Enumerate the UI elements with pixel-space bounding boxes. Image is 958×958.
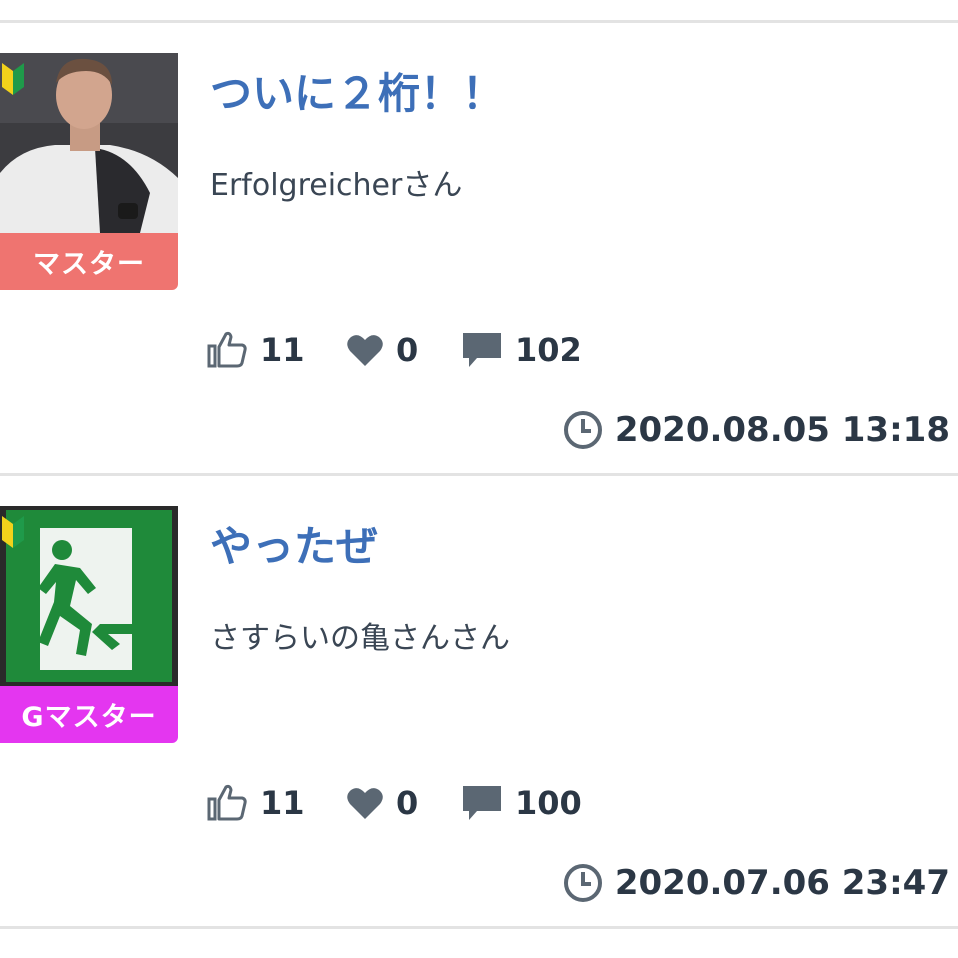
rank-badge: マスター xyxy=(0,233,178,290)
divider xyxy=(0,926,958,929)
clock-icon xyxy=(563,411,602,449)
post-list: マスター ついに２桁！！ Erfolgreicherさん 11 0 102 20… xyxy=(0,0,958,958)
beginner-mark-icon xyxy=(2,63,24,95)
comment-icon xyxy=(463,333,501,367)
like-stat[interactable]: 11 xyxy=(206,778,305,828)
comment-icon xyxy=(463,786,501,820)
avatar[interactable]: Gマスター xyxy=(0,506,178,743)
thumbs-up-icon xyxy=(207,331,247,368)
favorite-count: 0 xyxy=(396,331,419,369)
post-item[interactable]: マスター ついに２桁！！ Erfolgreicherさん 11 0 102 20… xyxy=(0,20,958,470)
like-count: 11 xyxy=(260,331,305,369)
thumbs-up-icon xyxy=(207,784,247,821)
post-datetime: 2020.07.06 23:47 xyxy=(614,863,950,903)
rank-badge: Gマスター xyxy=(0,686,178,743)
comment-stat[interactable]: 100 xyxy=(461,778,582,828)
comment-count: 100 xyxy=(515,784,582,822)
post-timestamp: 2020.07.06 23:47 xyxy=(563,863,950,903)
heart-icon xyxy=(347,335,383,366)
post-author[interactable]: さすらいの亀さんさん xyxy=(210,613,510,657)
like-count: 11 xyxy=(260,784,305,822)
beginner-mark-icon xyxy=(2,516,24,548)
comment-stat[interactable]: 102 xyxy=(461,325,582,375)
post-datetime: 2020.08.05 13:18 xyxy=(614,410,950,450)
favorite-count: 0 xyxy=(396,784,419,822)
heart-icon xyxy=(347,788,383,819)
post-title[interactable]: ついに２桁！！ xyxy=(210,60,504,121)
post-item[interactable]: Gマスター やったぜ さすらいの亀さんさん 11 0 100 2020.07.0… xyxy=(0,473,958,923)
post-title[interactable]: やったぜ xyxy=(210,513,378,574)
post-author[interactable]: Erfolgreicherさん xyxy=(210,160,462,204)
post-timestamp: 2020.08.05 13:18 xyxy=(563,410,950,450)
favorite-stat[interactable]: 0 xyxy=(346,778,418,828)
avatar[interactable]: マスター xyxy=(0,53,178,290)
clock-icon xyxy=(563,864,602,902)
comment-count: 102 xyxy=(515,331,582,369)
emergency-exit-sign-icon xyxy=(0,506,178,686)
person-photo-icon xyxy=(0,53,178,233)
favorite-stat[interactable]: 0 xyxy=(346,325,418,375)
like-stat[interactable]: 11 xyxy=(206,325,305,375)
